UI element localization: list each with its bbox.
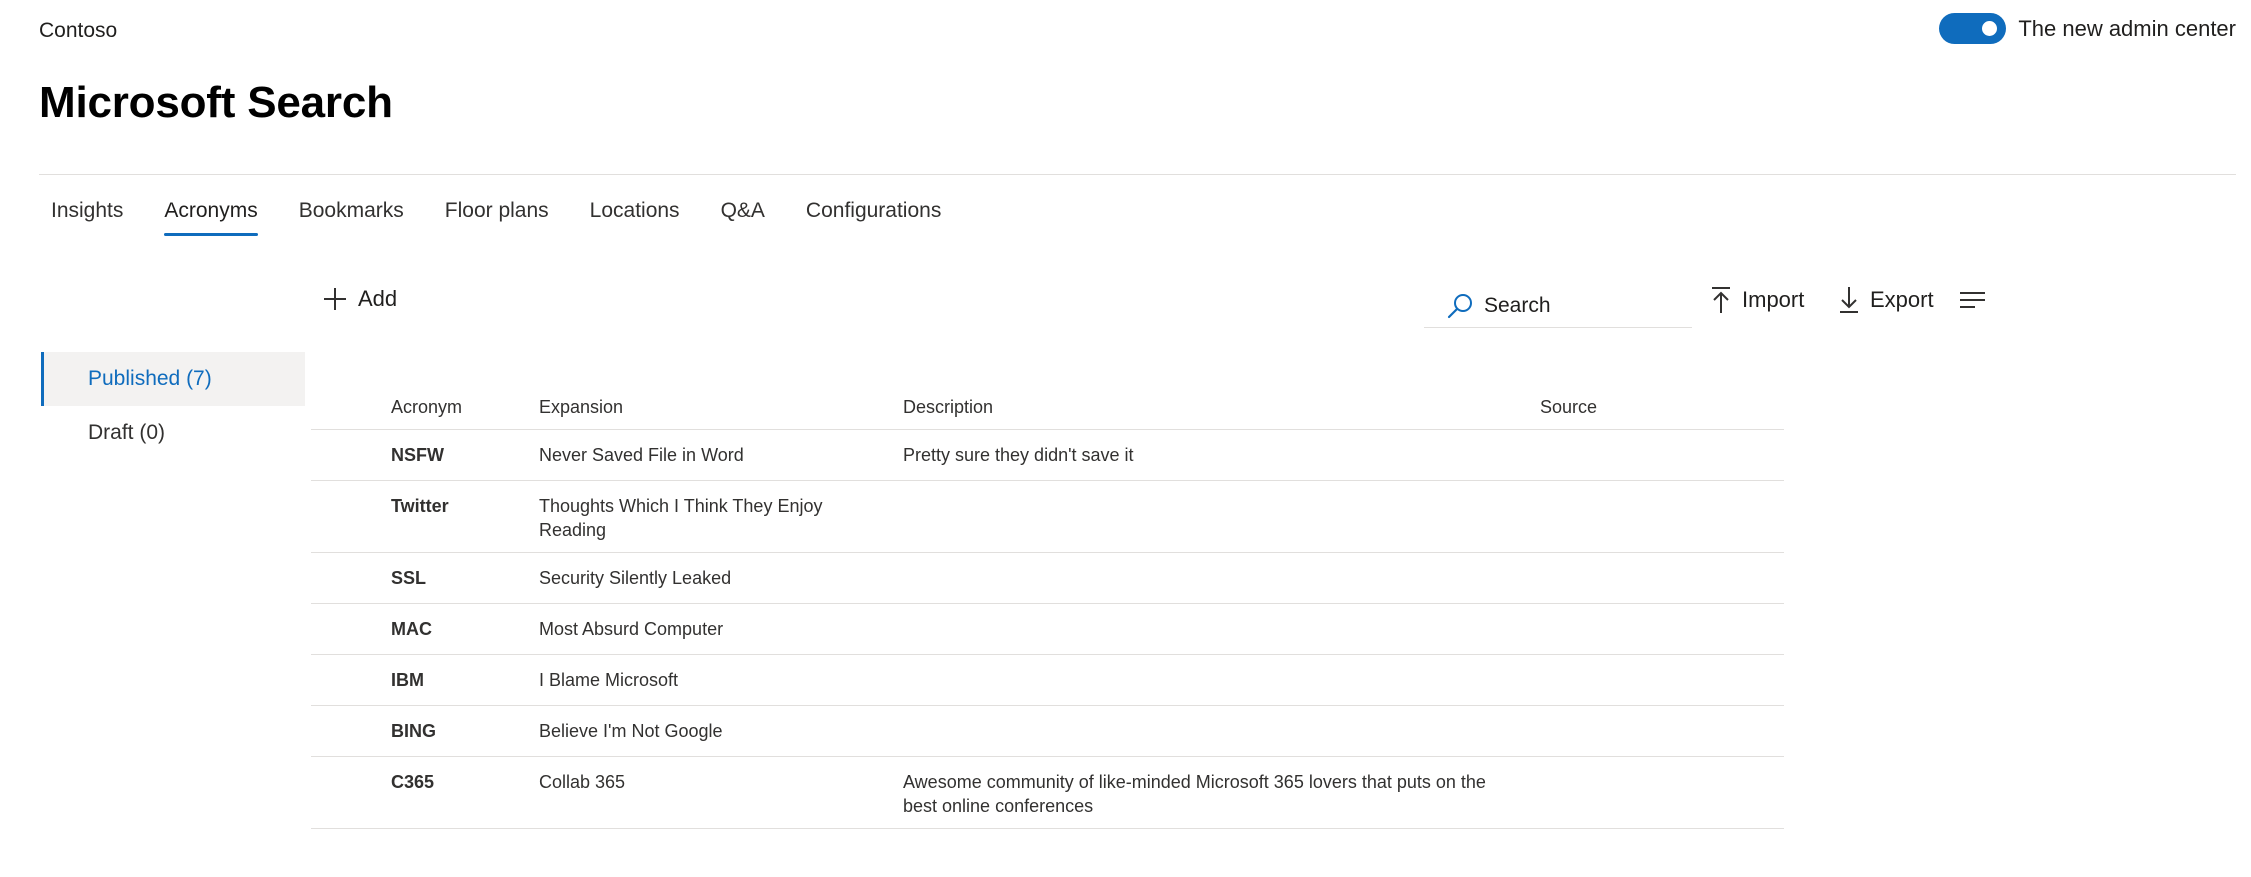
cell-description — [903, 553, 1540, 579]
tab-bar: Insights Acronyms Bookmarks Floor plans … — [39, 196, 970, 240]
cell-acronym: BING — [391, 721, 436, 741]
cell-source — [1540, 604, 1784, 630]
cell-description: Pretty sure they didn't save it — [903, 445, 1134, 465]
column-header-source[interactable]: Source — [1540, 397, 1784, 418]
export-icon — [1838, 286, 1860, 314]
table-row[interactable]: MAC Most Absurd Computer — [311, 604, 1784, 655]
sidebar-item-published[interactable]: Published (7) — [41, 352, 305, 406]
cell-expansion: Thoughts Which I Think They Enjoy Readin… — [539, 496, 823, 540]
import-icon — [1710, 286, 1732, 314]
tab-locations[interactable]: Locations — [578, 196, 692, 240]
view-options-icon — [1958, 288, 1988, 314]
sidebar-item-draft[interactable]: Draft (0) — [41, 406, 305, 460]
cell-source — [1540, 481, 1784, 504]
cell-source — [1540, 757, 1784, 780]
admin-center-toggle-group: The new admin center — [1939, 13, 2236, 44]
cell-description: Awesome community of like-minded Microso… — [903, 772, 1486, 816]
acronyms-table: Acronym Expansion Description Source NSF… — [311, 385, 1784, 829]
table-row[interactable]: SSL Security Silently Leaked — [311, 553, 1784, 604]
add-button-label: Add — [358, 286, 398, 311]
search-placeholder: Search — [1484, 293, 1551, 317]
cell-expansion: Security Silently Leaked — [539, 568, 732, 588]
tab-acronyms[interactable]: Acronyms — [152, 196, 269, 240]
table-row[interactable]: IBM I Blame Microsoft — [311, 655, 1784, 706]
table-row[interactable]: BING Believe I'm Not Google — [311, 706, 1784, 757]
admin-center-toggle-label: The new admin center — [2018, 15, 2236, 41]
add-button[interactable]: Add — [322, 286, 397, 312]
table-row[interactable]: Twitter Thoughts Which I Think They Enjo… — [311, 481, 1784, 553]
toggle-knob — [1982, 21, 1998, 36]
cell-description — [903, 655, 1540, 681]
tab-configurations[interactable]: Configurations — [794, 196, 953, 240]
cell-acronym: NSFW — [391, 445, 444, 465]
cell-acronym: Twitter — [391, 496, 449, 516]
cell-acronym: IBM — [391, 670, 424, 690]
cell-acronym: C365 — [391, 772, 435, 792]
cell-source — [1540, 706, 1784, 732]
admin-center-toggle[interactable] — [1939, 13, 2007, 44]
header-divider — [39, 174, 2236, 175]
cell-source — [1540, 430, 1784, 456]
column-header-description[interactable]: Description — [903, 397, 1540, 418]
cell-source — [1540, 553, 1784, 579]
acronym-status-nav: Published (7) Draft (0) — [41, 352, 305, 460]
table-row[interactable]: NSFW Never Saved File in Word Pretty sur… — [311, 430, 1784, 481]
cell-description — [903, 706, 1540, 732]
column-header-expansion[interactable]: Expansion — [539, 397, 903, 418]
cell-expansion: Most Absurd Computer — [539, 619, 724, 639]
cell-description — [903, 481, 1540, 504]
org-name: Contoso — [39, 19, 118, 42]
table-header: Acronym Expansion Description Source — [311, 385, 1784, 430]
export-button-label: Export — [1870, 287, 1934, 312]
cell-source — [1540, 655, 1784, 681]
tab-bookmarks[interactable]: Bookmarks — [287, 196, 416, 240]
cell-expansion: Believe I'm Not Google — [539, 721, 723, 741]
import-button-label: Import — [1742, 287, 1805, 312]
column-header-acronym[interactable]: Acronym — [311, 397, 539, 418]
import-button[interactable]: Import — [1710, 286, 1804, 314]
export-button[interactable]: Export — [1838, 286, 1934, 314]
search-input[interactable]: Search — [1424, 284, 1692, 328]
cell-expansion: Never Saved File in Word — [539, 445, 744, 465]
plus-icon — [322, 286, 348, 312]
search-icon — [1446, 292, 1474, 320]
cell-expansion: I Blame Microsoft — [539, 670, 679, 690]
view-options-button[interactable] — [1958, 288, 1988, 314]
tab-insights[interactable]: Insights — [39, 196, 135, 240]
cell-expansion: Collab 365 — [539, 772, 626, 792]
tab-floor-plans[interactable]: Floor plans — [433, 196, 561, 240]
table-row[interactable]: C365 Collab 365 Awesome community of lik… — [311, 757, 1784, 829]
cell-acronym: SSL — [391, 568, 427, 588]
cell-description — [903, 604, 1540, 630]
page-title: Microsoft Search — [39, 78, 393, 127]
cell-acronym: MAC — [391, 619, 432, 639]
tab-qa[interactable]: Q&A — [709, 196, 777, 240]
